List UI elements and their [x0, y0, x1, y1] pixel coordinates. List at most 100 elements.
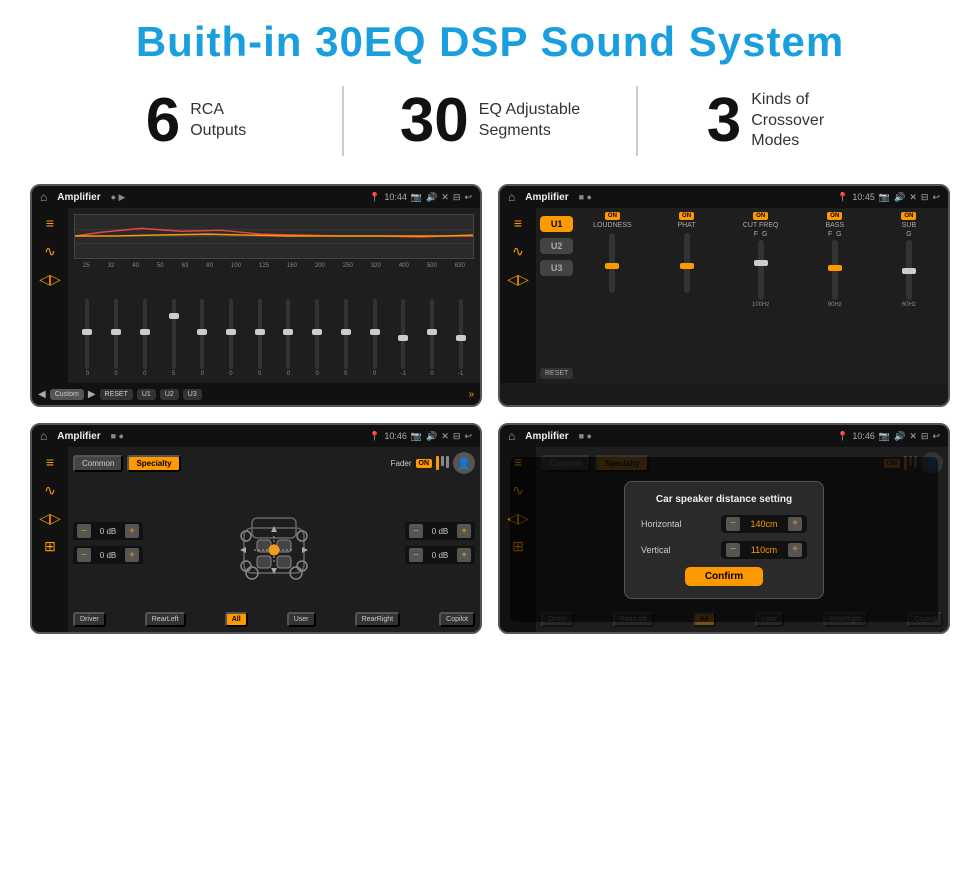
u3-select-btn[interactable]: U3	[540, 260, 573, 276]
rearright-btn-3[interactable]: RearRight	[355, 612, 401, 627]
slider-track-12[interactable]	[401, 299, 405, 369]
phat-thumb	[680, 263, 694, 269]
app-title-4: Amplifier	[525, 431, 568, 442]
slider-col-13: 0	[419, 299, 446, 377]
cutfreq-label: CUT FREQ	[743, 222, 779, 229]
preset-custom-btn[interactable]: Custom	[50, 389, 84, 400]
screen-eq: ⌂ Amplifier ● ▶ 📍 10:44 📷 🔊 ✕ ⊟ ↩ ≡ ∿ ◁▷	[30, 184, 482, 407]
home-icon-3[interactable]: ⌂	[40, 429, 47, 443]
slider-track-3[interactable]	[143, 299, 147, 369]
status-icons-2: 📍 10:45 📷 🔊 ✕ ⊟ ↩	[837, 192, 940, 203]
tab-specialty-3[interactable]: Specialty	[127, 455, 180, 472]
u1-select-btn[interactable]: U1	[540, 216, 573, 232]
confirm-button[interactable]: Confirm	[685, 567, 763, 586]
vertical-row: Vertical − 110cm +	[641, 541, 807, 559]
sub-slider[interactable]	[906, 240, 912, 300]
slider-thumb-11	[370, 329, 380, 335]
vol-icon-2[interactable]: ◁▷	[507, 272, 529, 286]
vol-icon-3[interactable]: ◁▷	[39, 511, 61, 525]
slider-track-14[interactable]	[459, 299, 463, 369]
home-icon-2[interactable]: ⌂	[508, 190, 515, 204]
fl-minus[interactable]: −	[77, 524, 91, 538]
slider-track-5[interactable]	[200, 299, 204, 369]
slider-track-10[interactable]	[344, 299, 348, 369]
prev-arrow[interactable]: ◀	[38, 389, 46, 400]
u2-btn-1[interactable]: U2	[160, 389, 179, 400]
slider-track-11[interactable]	[373, 299, 377, 369]
screens-grid: ⌂ Amplifier ● ▶ 📍 10:44 📷 🔊 ✕ ⊟ ↩ ≡ ∿ ◁▷	[0, 174, 980, 654]
slider-track-8[interactable]	[286, 299, 290, 369]
u3-btn-1[interactable]: U3	[183, 389, 202, 400]
slider-col-9: 0	[304, 299, 331, 377]
slider-thumb-10	[341, 329, 351, 335]
eq-icon-2[interactable]: ≡	[514, 216, 522, 230]
window-icon-3: ⊟	[453, 431, 461, 442]
reset-btn-2[interactable]: RESET	[540, 368, 573, 379]
loudness-on-badge: ON	[605, 212, 620, 220]
tab-common-3[interactable]: Common	[73, 455, 123, 472]
all-btn-3[interactable]: All	[225, 612, 248, 627]
vertical-plus-btn[interactable]: +	[788, 543, 802, 557]
copilot-btn-3[interactable]: Copilot	[439, 612, 475, 627]
u2-select-btn[interactable]: U2	[540, 238, 573, 254]
expand-arrows[interactable]: »	[468, 389, 474, 400]
screen3-main: Common Specialty Fader ON 👤	[68, 447, 480, 632]
slider-track-9[interactable]	[315, 299, 319, 369]
fr-plus[interactable]: +	[457, 524, 471, 538]
horizontal-ctrl: − 140cm +	[721, 515, 807, 533]
fader-label: Fader	[391, 459, 412, 468]
cutfreq-slider[interactable]	[758, 240, 764, 300]
dot-icons-3: ■ ●	[111, 431, 124, 441]
rl-plus[interactable]: +	[125, 548, 139, 562]
profile-icon-3[interactable]: 👤	[453, 452, 475, 474]
driver-btn-3[interactable]: Driver	[73, 612, 106, 627]
vertical-value: 110cm	[744, 545, 784, 555]
expand-icon-3[interactable]: ⊞	[44, 539, 56, 553]
rl-db-value: 0 dB	[94, 551, 122, 560]
location-icon-1: 📍	[369, 192, 380, 203]
slider-thumb-2	[111, 329, 121, 335]
slider-track-7[interactable]	[258, 299, 262, 369]
vertical-minus-btn[interactable]: −	[726, 543, 740, 557]
fr-minus[interactable]: −	[409, 524, 423, 538]
sub-label: SUB	[902, 222, 916, 229]
dot-icons-4: ■ ●	[579, 431, 592, 441]
time-4: 10:46	[852, 431, 875, 441]
u1-btn-1[interactable]: U1	[137, 389, 156, 400]
rr-minus[interactable]: −	[409, 548, 423, 562]
eq-sliders: 0 0 0 5 0	[74, 273, 474, 377]
loudness-slider[interactable]	[609, 233, 615, 293]
slider-thumb-6	[226, 329, 236, 335]
vol-icon-1[interactable]: ◁▷	[39, 272, 61, 286]
eq-icon-3[interactable]: ≡	[46, 455, 54, 469]
user-btn-3[interactable]: User	[287, 612, 316, 627]
slider-track-1[interactable]	[85, 299, 89, 369]
wave-icon-3[interactable]: ∿	[44, 483, 56, 497]
eq-icon-1[interactable]: ≡	[46, 216, 54, 230]
sidebar-1: ≡ ∿ ◁▷	[32, 208, 68, 383]
rl-minus[interactable]: −	[77, 548, 91, 562]
slider-track-13[interactable]	[430, 299, 434, 369]
slider-col-7: 0	[246, 299, 273, 377]
reset-btn-1[interactable]: RESET	[100, 389, 133, 400]
status-bar-3: ⌂ Amplifier ■ ● 📍 10:46 📷 🔊 ✕ ⊟ ↩	[32, 425, 480, 447]
horizontal-minus-btn[interactable]: −	[726, 517, 740, 531]
home-icon-4[interactable]: ⌂	[508, 429, 515, 443]
fl-plus[interactable]: +	[125, 524, 139, 538]
app-title-3: Amplifier	[57, 431, 100, 442]
horizontal-plus-btn[interactable]: +	[788, 517, 802, 531]
slider-track-4[interactable]	[172, 299, 176, 369]
slider-thumb-5	[197, 329, 207, 335]
slider-track-2[interactable]	[114, 299, 118, 369]
stat-crossover: 3 Kinds of Crossover Modes	[648, 90, 920, 152]
phat-slider[interactable]	[684, 233, 690, 293]
home-icon[interactable]: ⌂	[40, 190, 47, 204]
slider-track-6[interactable]	[229, 299, 233, 369]
bass-slider[interactable]	[832, 240, 838, 300]
next-arrow[interactable]: ▶	[88, 389, 96, 400]
wave-icon-1[interactable]: ∿	[44, 244, 56, 258]
rearleft-btn-3[interactable]: RearLeft	[145, 612, 186, 627]
wave-icon-2[interactable]: ∿	[512, 244, 524, 258]
rr-plus[interactable]: +	[457, 548, 471, 562]
slider-thumb-12	[398, 335, 408, 341]
